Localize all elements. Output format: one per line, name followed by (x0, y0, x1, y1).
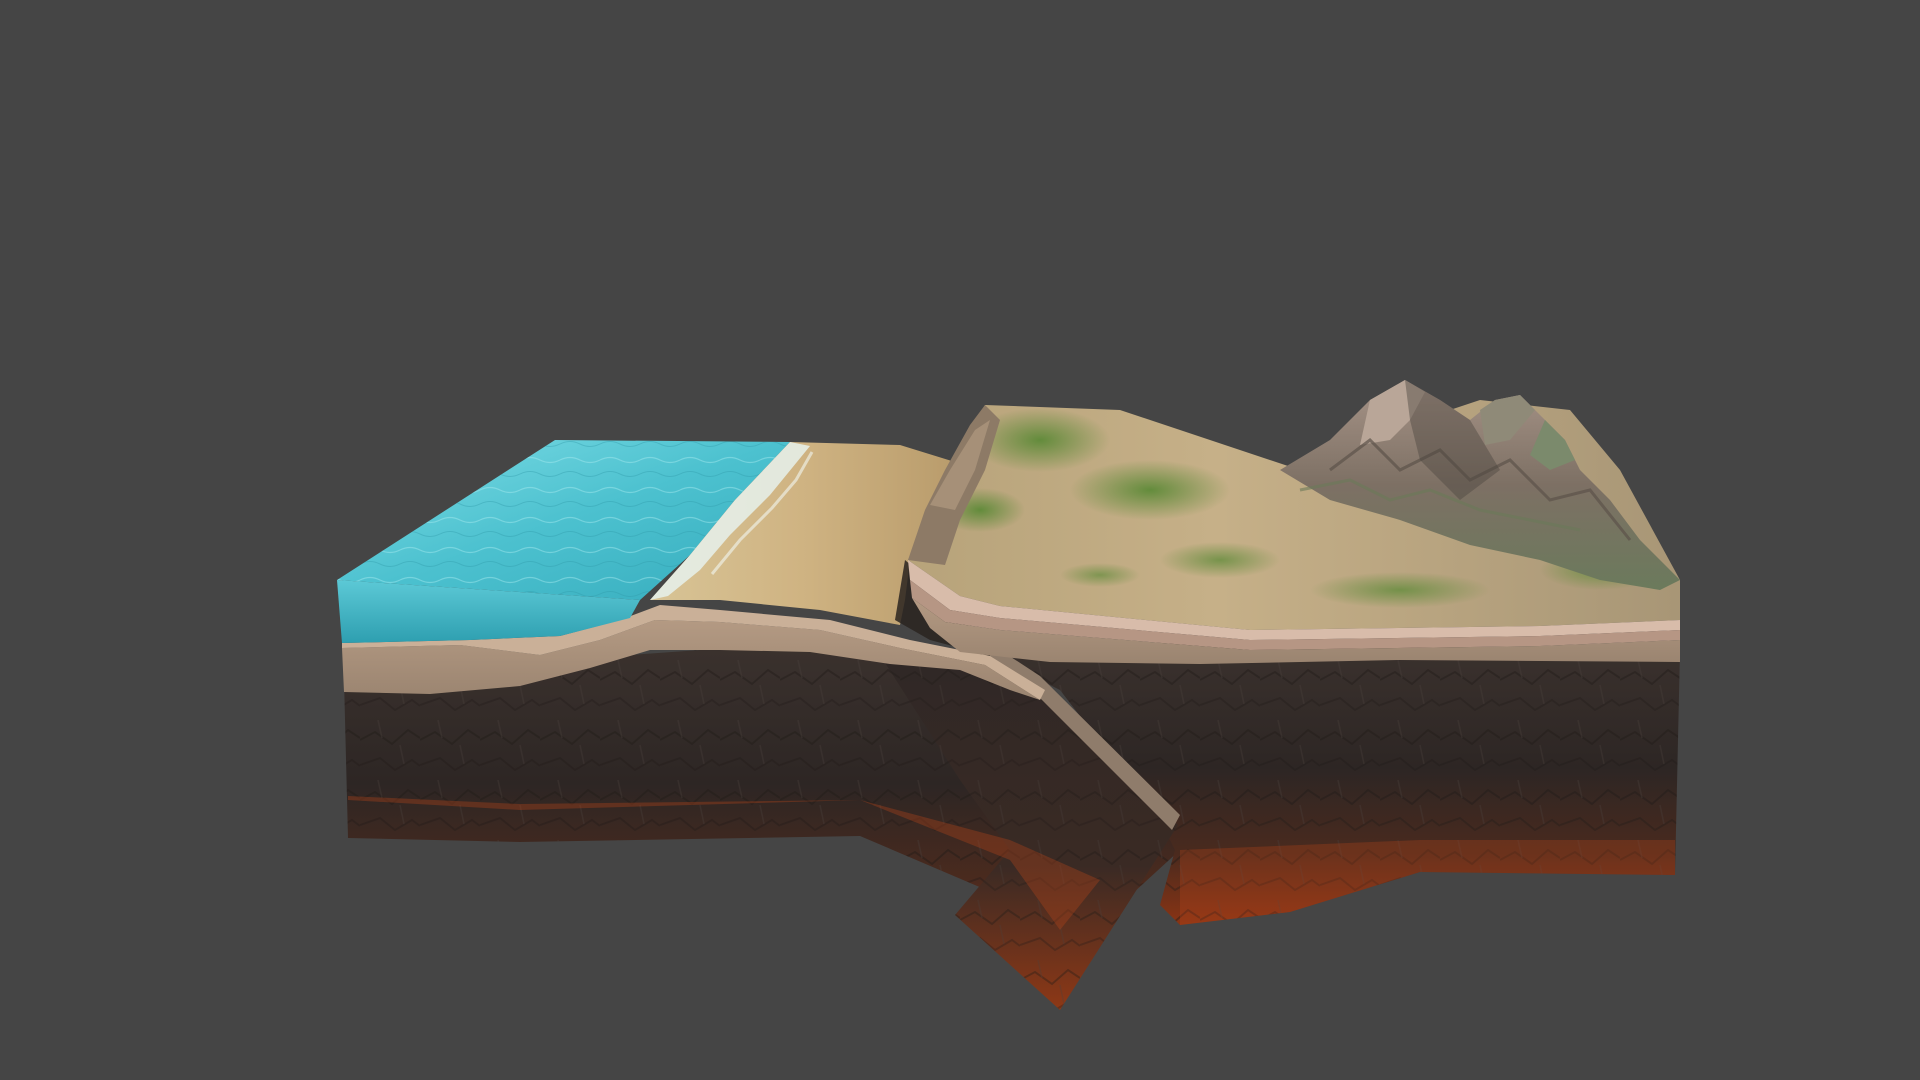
subduction-model-scene (337, 380, 1680, 1010)
grass-patch (1070, 460, 1230, 520)
grass-patch (1060, 563, 1140, 587)
grass-patch (1310, 572, 1490, 608)
magma-glow-right (1180, 840, 1675, 925)
grass-patch (1160, 542, 1280, 578)
render-viewport (0, 0, 1920, 1080)
